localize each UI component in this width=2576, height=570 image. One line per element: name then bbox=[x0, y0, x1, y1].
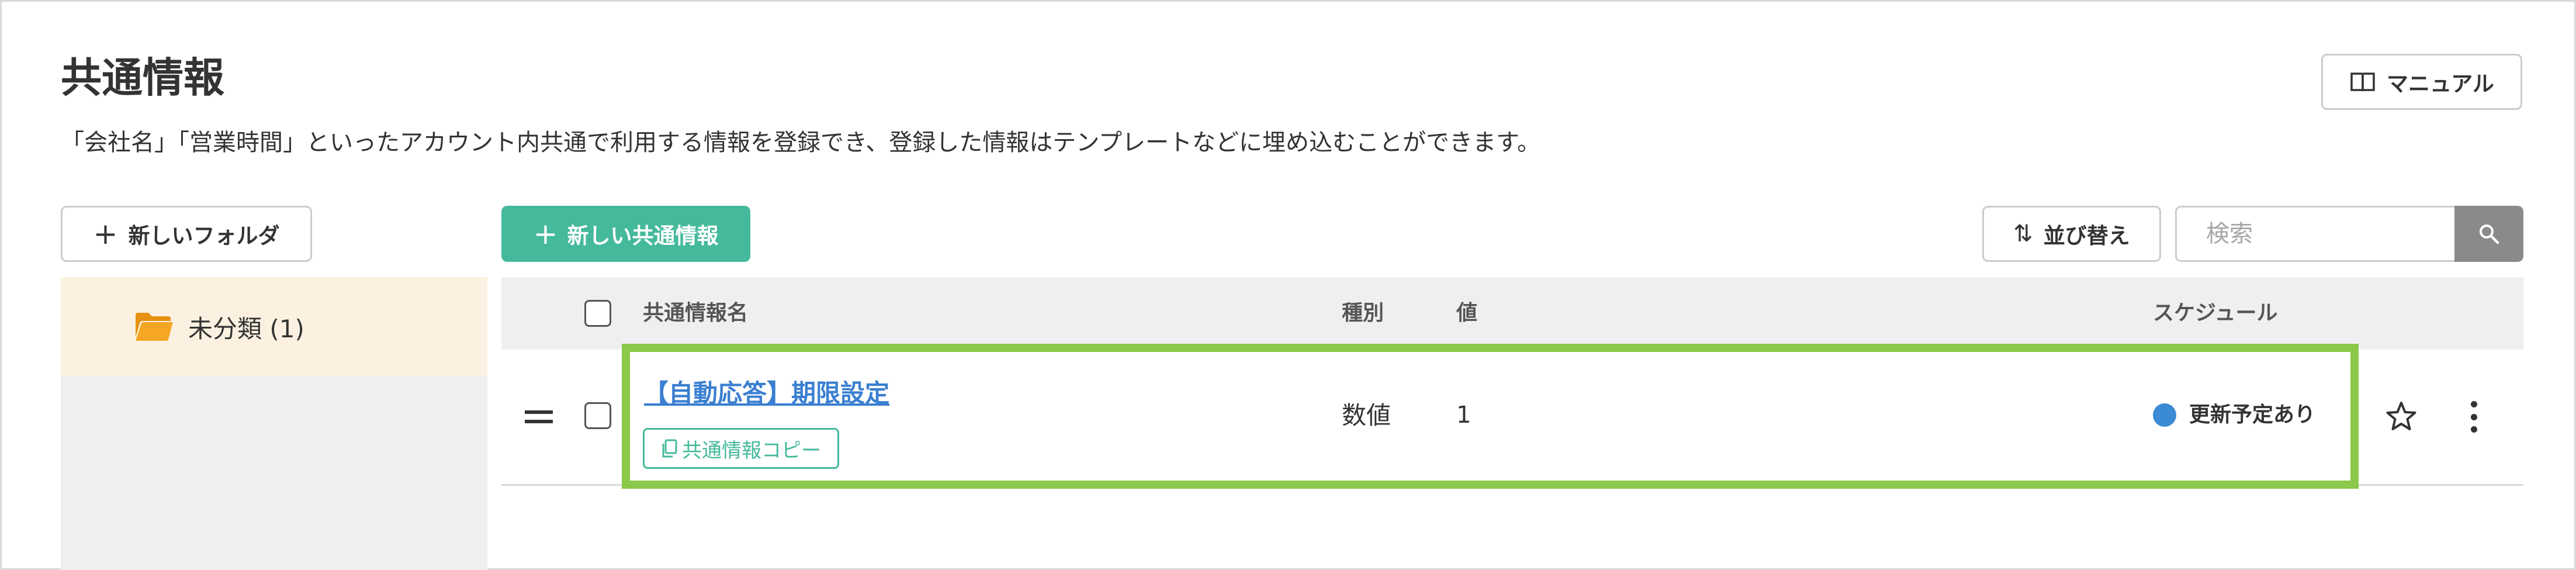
column-header-type: 種別 bbox=[1342, 301, 1384, 325]
star-icon[interactable] bbox=[2384, 400, 2418, 434]
more-options-icon[interactable] bbox=[2465, 401, 2482, 433]
new-common-info-button[interactable]: + 新しい共通情報 bbox=[501, 206, 750, 262]
select-all-checkbox[interactable] bbox=[584, 300, 611, 327]
sort-label: 並び替え bbox=[2043, 223, 2130, 248]
sort-icon: ⇅ bbox=[2013, 220, 2033, 247]
search-button[interactable] bbox=[2454, 206, 2523, 262]
book-icon bbox=[2350, 72, 2375, 92]
new-common-info-label: 新しい共通情報 bbox=[567, 223, 719, 248]
highlight-box bbox=[622, 344, 2359, 489]
plus-icon: + bbox=[93, 217, 118, 251]
folder-icon bbox=[136, 313, 173, 341]
folder-sidebar: 未分類 (1) bbox=[61, 277, 487, 570]
new-folder-label: 新しいフォルダ bbox=[128, 223, 280, 248]
table-header: 共通情報名 種別 値 スケジュール bbox=[501, 277, 2523, 350]
folder-label: 未分類 (1) bbox=[188, 314, 304, 343]
drag-handle-icon[interactable] bbox=[525, 410, 553, 426]
sort-button[interactable]: ⇅ 並び替え bbox=[1982, 206, 2161, 262]
new-folder-button[interactable]: + 新しいフォルダ bbox=[61, 206, 312, 262]
sidebar-item-uncategorized[interactable]: 未分類 (1) bbox=[61, 277, 487, 376]
column-header-schedule: スケジュール bbox=[2153, 301, 2278, 325]
search-input[interactable] bbox=[2175, 206, 2456, 262]
column-header-value: 値 bbox=[1456, 301, 1478, 325]
row-checkbox[interactable] bbox=[584, 402, 611, 429]
manual-button[interactable]: マニュアル bbox=[2321, 54, 2522, 110]
page-title: 共通情報 bbox=[61, 54, 224, 102]
column-header-name: 共通情報名 bbox=[643, 301, 749, 325]
search-icon bbox=[2480, 224, 2499, 244]
plus-icon: + bbox=[533, 217, 558, 251]
manual-button-label: マニュアル bbox=[2387, 71, 2494, 96]
page-description: 「会社名」「営業時間」といったアカウント内共通で利用する情報を登録でき、登録した… bbox=[61, 129, 1540, 156]
